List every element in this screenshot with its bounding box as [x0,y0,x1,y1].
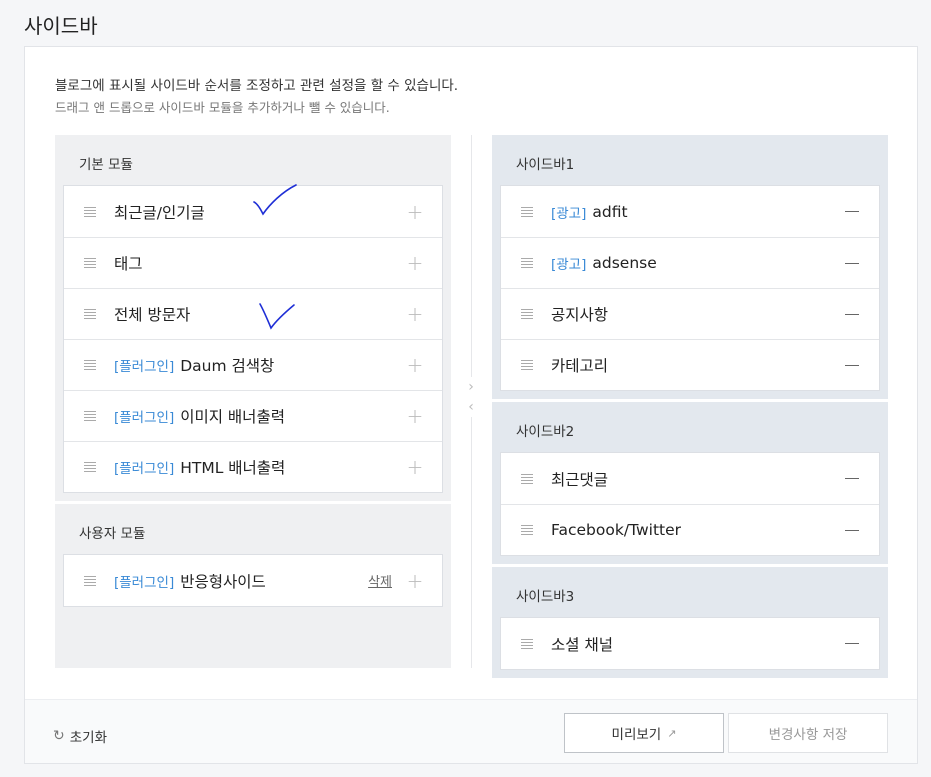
plus-icon[interactable]: + [406,302,424,326]
sidebar-settings-panel: 블로그에 표시될 사이드바 순서를 조정하고 관련 설정을 할 수 있습니다. … [24,46,918,764]
module-label: 최근댓글 [551,470,609,489]
page-title: 사이드바 [24,14,98,38]
plugin-tag: [플러그인] [114,410,175,426]
sidebar-item-adfit[interactable]: [광고] adfit [501,186,879,237]
minus-icon[interactable] [845,643,859,644]
drag-handle-icon[interactable] [84,575,96,586]
module-label: HTML 배너출력 [180,459,286,477]
module-label: Facebook/Twitter [551,521,682,539]
module-item-total-visitors[interactable]: 전체 방문자 + [64,288,442,339]
plus-icon[interactable]: + [406,455,424,479]
drag-handle-icon[interactable] [521,360,533,370]
drag-handle-icon[interactable] [84,258,96,268]
user-modules-list: [플러그인] 반응형사이드 삭제 + [63,554,443,607]
plugin-tag: [플러그인] [114,574,175,591]
module-item-recent-popular[interactable]: 최근글/인기글 + [64,184,442,237]
sidebar-item-facebook-twitter[interactable]: Facebook/Twitter [501,504,879,555]
module-label: 반응형사이드 [180,572,266,591]
plugin-tag: [플러그인] [114,461,175,477]
sidebar3-title: 사이드바3 [516,589,575,605]
drag-handle-icon[interactable] [84,206,96,217]
drag-handle-icon[interactable] [521,206,533,217]
plus-icon[interactable]: + [406,200,424,224]
drag-handle-icon[interactable] [84,309,96,319]
reset-label: 초기화 [69,730,107,746]
move-arrows: › ‹ [463,377,479,417]
module-item-html-banner[interactable]: [플러그인] HTML 배너출력 + [64,441,442,492]
module-column: 기본 모듈 최근글/인기글 + 태그 + 전체 방문자 + [플러그인] Dau… [55,135,451,668]
plugin-tag: [플러그인] [114,359,175,375]
drag-handle-icon[interactable] [84,411,96,421]
delete-link[interactable]: 삭제 [368,571,392,590]
basic-modules-list: 최근글/인기글 + 태그 + 전체 방문자 + [플러그인] Daum 검색창 … [63,184,443,493]
drag-handle-icon[interactable] [521,309,533,319]
sidebar2-group: 사이드바2 최근댓글 Facebook/Twitter [492,402,888,564]
handwritten-check-mark [259,303,295,330]
minus-icon[interactable] [845,262,859,264]
module-label: adfit [592,202,628,221]
chevron-left-icon[interactable]: ‹ [463,397,479,417]
minus-icon[interactable] [845,211,859,212]
module-label: adsense [592,254,657,272]
external-link-icon: ↗ [667,726,677,740]
drag-handle-icon[interactable] [521,473,533,484]
minus-icon[interactable] [845,364,859,366]
chevron-right-icon[interactable]: › [463,377,479,397]
module-label: 이미지 배너출력 [180,408,285,426]
drag-handle-icon[interactable] [521,258,533,268]
basic-modules-group: 기본 모듈 최근글/인기글 + 태그 + 전체 방문자 + [플러그인] Dau… [55,135,451,501]
sidebar-item-adsense[interactable]: [광고] adsense [501,237,879,288]
plus-icon[interactable]: + [406,404,424,428]
sidebar1-group: 사이드바1 [광고] adfit [광고] adsense 공지사항 카테고리 [492,135,888,399]
handwritten-check-mark [253,184,297,216]
preview-label: 미리보기 [611,727,662,743]
sidebar2-title: 사이드바2 [516,424,575,440]
description-line-2: 드래그 앤 드롭으로 사이드바 모듈을 추가하거나 뺄 수 있습니다. [55,100,390,115]
minus-icon[interactable] [845,478,859,479]
reset-button[interactable]: ↻ 초기화 [53,726,107,746]
user-modules-title: 사용자 모듈 [79,526,146,542]
sidebar-item-social-channel[interactable]: 소셜 채널 [501,618,879,669]
basic-modules-title: 기본 모듈 [79,157,133,173]
module-item-image-banner[interactable]: [플러그인] 이미지 배너출력 + [64,390,442,441]
sidebar-item-category[interactable]: 카테고리 [501,339,879,390]
module-label: Daum 검색창 [180,357,275,375]
user-modules-group: 사용자 모듈 [플러그인] 반응형사이드 삭제 + [55,504,451,607]
save-label: 변경사항 저장 [768,727,848,743]
sidebar-item-recent-comments[interactable]: 최근댓글 [501,453,879,504]
plus-icon[interactable]: + [406,569,424,593]
sidebar2-list: 최근댓글 Facebook/Twitter [500,452,880,556]
preview-button[interactable]: 미리보기 ↗ [564,713,724,753]
module-label: 태그 [114,255,143,273]
minus-icon[interactable] [845,529,859,531]
plus-icon[interactable]: + [406,251,424,275]
module-item-daum-search[interactable]: [플러그인] Daum 검색창 + [64,339,442,390]
save-changes-button[interactable]: 변경사항 저장 [728,713,888,753]
module-item-responsive-side[interactable]: [플러그인] 반응형사이드 삭제 + [64,555,442,606]
module-label: 카테고리 [551,357,609,375]
drag-handle-icon[interactable] [84,360,96,370]
ad-tag: [광고] [551,257,587,273]
drag-handle-icon[interactable] [521,638,533,649]
sidebar3-group: 사이드바3 소셜 채널 [492,567,888,678]
sidebar3-list: 소셜 채널 [500,617,880,670]
module-label: 소셜 채널 [551,635,613,654]
drag-handle-icon[interactable] [521,525,533,535]
ad-tag: [광고] [551,205,587,222]
refresh-icon: ↻ [53,728,65,744]
module-label: 공지사항 [551,306,609,324]
minus-icon[interactable] [845,313,859,315]
plus-icon[interactable]: + [406,353,424,377]
sidebar-item-notice[interactable]: 공지사항 [501,288,879,339]
sidebar-column: 사이드바1 [광고] adfit [광고] adsense 공지사항 카테고리 … [492,135,888,678]
sidebar1-title: 사이드바1 [516,157,575,173]
footer-bar: ↻ 초기화 미리보기 ↗ 변경사항 저장 [25,699,917,763]
description-line-1: 블로그에 표시될 사이드바 순서를 조정하고 관련 설정을 할 수 있습니다. [55,78,459,94]
sidebar1-list: [광고] adfit [광고] adsense 공지사항 카테고리 [500,185,880,391]
module-item-tag[interactable]: 태그 + [64,237,442,288]
drag-handle-icon[interactable] [84,462,96,472]
